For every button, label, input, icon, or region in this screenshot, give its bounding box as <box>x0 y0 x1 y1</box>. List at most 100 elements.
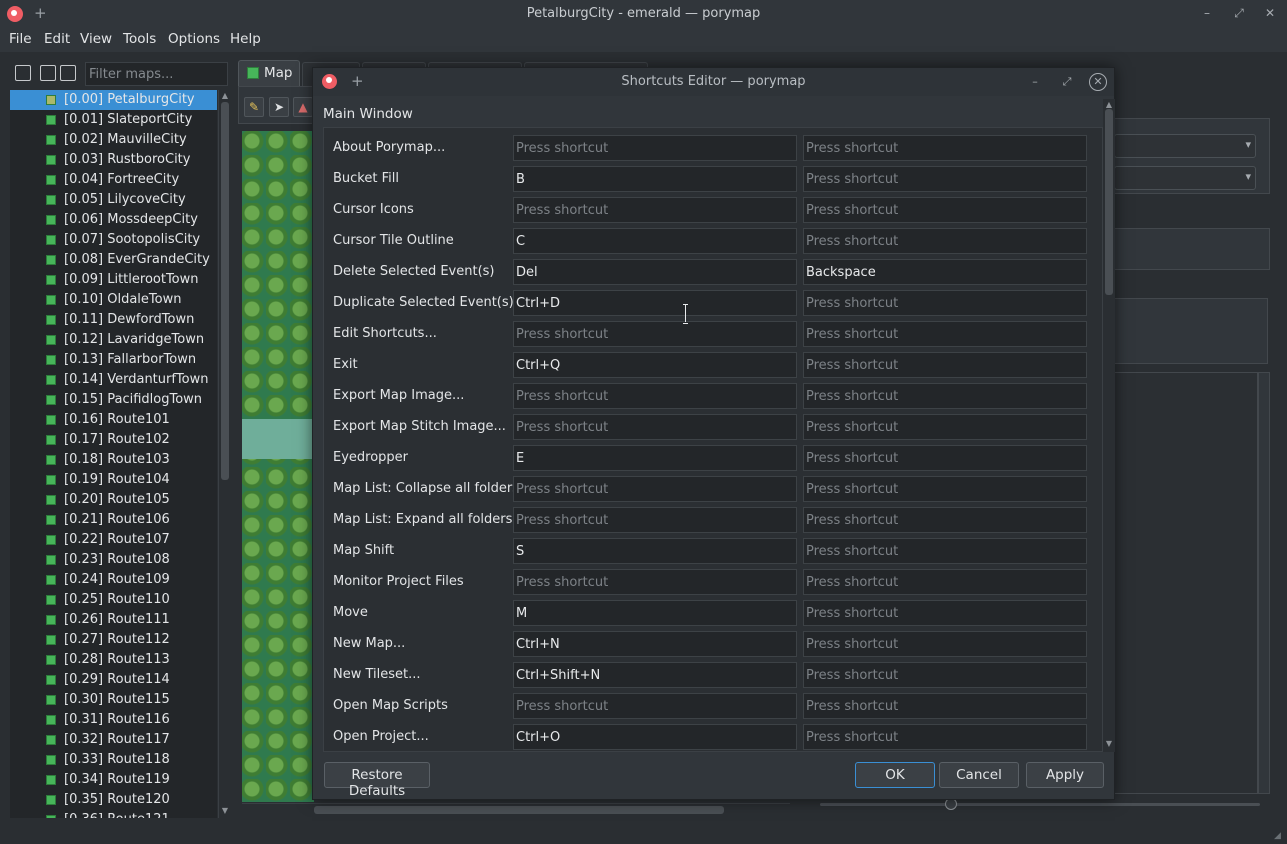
scrollbar-thumb[interactable] <box>1105 109 1113 295</box>
shortcut-primary-input[interactable]: Press shortcut <box>513 569 797 595</box>
shortcut-primary-input[interactable]: Ctrl+D <box>513 290 797 316</box>
restore-icon[interactable]: ⤢ <box>1230 4 1248 22</box>
shortcut-primary-input[interactable]: Press shortcut <box>513 135 797 161</box>
map-list-item[interactable]: [0.13] FallarborTown <box>10 350 217 370</box>
map-list-item[interactable]: [0.23] Route108 <box>10 550 217 570</box>
menu-tools[interactable]: Tools <box>123 31 156 47</box>
map-canvas[interactable] <box>242 131 314 802</box>
shortcut-primary-input[interactable]: Press shortcut <box>513 414 797 440</box>
map-list-item[interactable]: [0.08] EverGrandeCity <box>10 250 217 270</box>
filter-maps-input[interactable]: Filter maps... <box>85 62 228 86</box>
map-list-item[interactable]: [0.05] LilycoveCity <box>10 190 217 210</box>
shortcut-secondary-input[interactable]: Press shortcut <box>803 693 1087 719</box>
map-list-item[interactable]: [0.11] DewfordTown <box>10 310 217 330</box>
menu-help[interactable]: Help <box>230 31 261 47</box>
menu-options[interactable]: Options <box>168 31 220 47</box>
shortcut-primary-input[interactable]: Ctrl+Q <box>513 352 797 378</box>
shortcut-secondary-input[interactable]: Press shortcut <box>803 724 1087 750</box>
shortcut-primary-input[interactable]: Press shortcut <box>513 693 797 719</box>
right-select-1[interactable] <box>1114 134 1256 158</box>
shortcut-primary-input[interactable]: S <box>513 538 797 564</box>
map-horizontal-scrollbar[interactable] <box>242 803 790 815</box>
map-list-item[interactable]: [0.14] VerdanturfTown <box>10 370 217 390</box>
map-list-item[interactable]: [0.27] Route112 <box>10 630 217 650</box>
map-list-item[interactable]: [0.32] Route117 <box>10 730 217 750</box>
scrollbar-thumb[interactable] <box>221 102 229 480</box>
map-list-item[interactable]: [0.25] Route110 <box>10 590 217 610</box>
menu-view[interactable]: View <box>80 31 112 47</box>
map-list-item[interactable]: [0.26] Route111 <box>10 610 217 630</box>
shortcut-secondary-input[interactable]: Press shortcut <box>803 135 1087 161</box>
close-icon[interactable]: ✕ <box>1261 4 1279 22</box>
map-list-item[interactable]: [0.02] MauvilleCity <box>10 130 217 150</box>
resize-grip-icon[interactable]: ◢ <box>1274 831 1284 841</box>
map-list-item[interactable]: [0.15] PacifidlogTown <box>10 390 217 410</box>
shortcut-secondary-input[interactable]: Press shortcut <box>803 414 1087 440</box>
maximize-icon[interactable]: ⤢ <box>1058 73 1076 91</box>
shortcut-primary-input[interactable]: Press shortcut <box>513 507 797 533</box>
shortcut-primary-input[interactable]: M <box>513 600 797 626</box>
menu-edit[interactable]: Edit <box>44 31 70 47</box>
shortcut-primary-input[interactable]: Press shortcut <box>513 383 797 409</box>
shortcut-primary-input[interactable]: Ctrl+Shift+N <box>513 662 797 688</box>
map-list-item[interactable]: [0.35] Route120 <box>10 790 217 810</box>
map-list-scrollbar[interactable]: ▲ ▼ <box>218 90 230 818</box>
map-list-item[interactable]: [0.20] Route105 <box>10 490 217 510</box>
shortcut-primary-input[interactable]: Press shortcut <box>513 321 797 347</box>
shortcut-secondary-input[interactable]: Press shortcut <box>803 321 1087 347</box>
scroll-down-icon[interactable]: ▼ <box>220 806 230 815</box>
ok-button[interactable]: OK <box>855 762 935 788</box>
bucket-icon[interactable]: ▲ <box>293 97 313 117</box>
expand-all-icon[interactable] <box>40 65 56 81</box>
map-list[interactable]: [0.00] PetalburgCity [0.01] SlateportCity… <box>10 90 217 818</box>
shortcut-primary-input[interactable]: C <box>513 228 797 254</box>
map-list-item[interactable]: [0.12] LavaridgeTown <box>10 330 217 350</box>
map-list-item[interactable]: [0.36] Route121 <box>10 810 217 818</box>
minimize-icon[interactable]: – <box>1026 73 1044 91</box>
map-list-item[interactable]: [0.00] PetalburgCity <box>10 90 217 110</box>
scroll-down-icon[interactable]: ▼ <box>1104 739 1114 748</box>
shortcut-primary-input[interactable]: Press shortcut <box>513 197 797 223</box>
right-select-2[interactable] <box>1114 166 1256 190</box>
shortcut-secondary-input[interactable]: Press shortcut <box>803 290 1087 316</box>
shortcut-secondary-input[interactable]: Press shortcut <box>803 228 1087 254</box>
map-list-item[interactable]: [0.30] Route115 <box>10 690 217 710</box>
collapse-all-icon[interactable] <box>60 65 76 81</box>
map-list-item[interactable]: [0.03] RustboroCity <box>10 150 217 170</box>
shortcut-secondary-input[interactable]: Press shortcut <box>803 631 1087 657</box>
map-list-item[interactable]: [0.16] Route101 <box>10 410 217 430</box>
map-list-item[interactable]: [0.01] SlateportCity <box>10 110 217 130</box>
map-list-item[interactable]: [0.18] Route103 <box>10 450 217 470</box>
shortcut-secondary-input[interactable]: Press shortcut <box>803 507 1087 533</box>
scrollbar-thumb[interactable] <box>314 806 724 814</box>
shortcut-primary-input[interactable]: Ctrl+N <box>513 631 797 657</box>
menu-file[interactable]: File <box>9 31 32 47</box>
map-list-item[interactable]: [0.33] Route118 <box>10 750 217 770</box>
tileset-view[interactable] <box>1114 372 1258 794</box>
shortcut-primary-input[interactable]: E <box>513 445 797 471</box>
tab-map[interactable]: Map <box>238 60 300 86</box>
zoom-slider-track[interactable] <box>820 803 1260 806</box>
map-list-item[interactable]: [0.04] FortreeCity <box>10 170 217 190</box>
shortcut-secondary-input[interactable]: Press shortcut <box>803 445 1087 471</box>
apply-button[interactable]: Apply <box>1026 762 1104 788</box>
map-list-item[interactable]: [0.24] Route109 <box>10 570 217 590</box>
shortcut-secondary-input[interactable]: Press shortcut <box>803 352 1087 378</box>
shortcuts-scrollbar[interactable]: ▲ ▼ <box>1103 99 1115 752</box>
map-list-item[interactable]: [0.07] SootopolisCity <box>10 230 217 250</box>
shortcut-primary-input[interactable]: Ctrl+O <box>513 724 797 750</box>
shortcut-primary-input[interactable]: Press shortcut <box>513 476 797 502</box>
shortcut-secondary-input[interactable]: Press shortcut <box>803 662 1087 688</box>
shortcut-primary-input[interactable]: Del <box>513 259 797 285</box>
map-list-item[interactable]: [0.17] Route102 <box>10 430 217 450</box>
map-list-item[interactable]: [0.34] Route119 <box>10 770 217 790</box>
shortcut-secondary-input[interactable]: Press shortcut <box>803 476 1087 502</box>
map-list-item[interactable]: [0.21] Route106 <box>10 510 217 530</box>
tileset-scrollbar[interactable] <box>1258 372 1270 794</box>
pencil-icon[interactable]: ✎ <box>244 97 264 117</box>
scroll-up-icon[interactable]: ▲ <box>220 91 230 100</box>
shortcut-secondary-input[interactable]: Press shortcut <box>803 538 1087 564</box>
shortcut-secondary-input[interactable]: Press shortcut <box>803 197 1087 223</box>
pointer-icon[interactable]: ➤ <box>269 97 289 117</box>
shortcut-secondary-input[interactable]: Backspace <box>803 259 1087 285</box>
